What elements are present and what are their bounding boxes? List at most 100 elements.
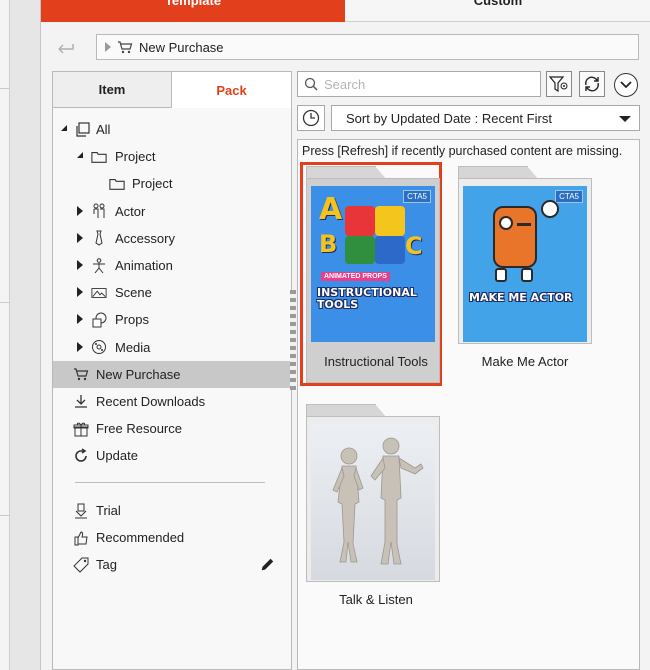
props-icon — [91, 312, 107, 328]
collapse-arrow-icon[interactable] — [77, 152, 83, 159]
breadcrumb[interactable]: New Purchase — [96, 34, 639, 60]
category-pane: Item Pack All Project Project Actor Acce… — [52, 71, 292, 670]
update-icon — [73, 448, 89, 464]
back-icon[interactable] — [53, 34, 79, 60]
expand-arrow-icon[interactable] — [105, 42, 111, 52]
media-icon — [91, 339, 107, 355]
tree-item-all[interactable]: All — [53, 116, 291, 143]
puzzle-piece-yellow — [375, 206, 405, 236]
thumbnail-make-me-actor: CTA5 MAKE ME ACTOR — [463, 186, 587, 342]
card-name: Make Me Actor — [481, 354, 569, 369]
tree-label: Props — [115, 312, 149, 328]
puzzle-piece-blue — [375, 236, 405, 264]
copy-stack-icon — [74, 121, 90, 138]
tree-item-scene[interactable]: Scene — [53, 279, 291, 306]
tag-icon — [73, 557, 89, 573]
expand-arrow-icon[interactable] — [77, 341, 83, 352]
tree-label: Media — [115, 339, 151, 355]
version-badge: CTA5 — [555, 190, 583, 203]
expand-arrow-icon[interactable] — [77, 259, 83, 270]
content-pane: Search Sort by Updated Date : Recent Fir… — [297, 71, 640, 670]
tree-label: Tag — [96, 557, 117, 573]
tree-label: All — [96, 122, 111, 138]
sort-history-button[interactable] — [297, 105, 325, 131]
tree-item-recent-downloads[interactable]: Recent Downloads — [53, 388, 291, 415]
breadcrumb-label: New Purchase — [139, 39, 224, 55]
content-manager-panel: Template Custom New Purchase Item Pack A… — [40, 0, 650, 670]
filter-list: Trial Recommended Tag — [53, 497, 291, 579]
tree-item-media[interactable]: Media — [53, 334, 291, 361]
product-title: INSTRUCTIONAL TOOLS — [317, 286, 417, 311]
download-icon — [73, 393, 89, 409]
refresh-icon — [585, 76, 599, 92]
tab-pack[interactable]: Pack — [172, 72, 291, 108]
puzzle-piece-red — [345, 206, 375, 236]
filter-settings-button[interactable] — [546, 71, 572, 97]
thumbnail-talk-listen — [311, 424, 435, 580]
expand-arrow-icon[interactable] — [77, 287, 83, 298]
letter-a-icon: A — [319, 192, 343, 227]
gutter — [10, 0, 40, 670]
pencil-icon[interactable] — [259, 557, 275, 573]
tree-item-project[interactable]: Project — [53, 143, 291, 170]
two-figures-illustration — [332, 437, 424, 565]
tree-item-free-resource[interactable]: Free Resource — [53, 415, 291, 442]
mascot-hand — [541, 200, 559, 218]
tree-label: Animation — [115, 258, 173, 274]
more-options-button[interactable] — [614, 73, 638, 97]
expand-arrow-icon[interactable] — [77, 232, 83, 243]
left-edge-strip — [0, 0, 10, 670]
address-bar: New Purchase — [53, 34, 639, 60]
tree-item-recommended[interactable]: Recommended — [53, 524, 291, 551]
product-tag: ANIMATED PROPS — [321, 272, 390, 281]
letter-c-icon: C — [405, 232, 423, 260]
tree-item-update[interactable]: Update — [53, 442, 291, 469]
mascot-wink — [517, 220, 531, 226]
search-input[interactable]: Search — [297, 71, 541, 97]
mascot-eye — [499, 216, 513, 230]
pane-splitter[interactable] — [290, 290, 296, 390]
tab-custom[interactable]: Custom — [345, 0, 650, 22]
chevron-down-icon — [620, 81, 632, 89]
tab-item[interactable]: Item — [53, 72, 172, 108]
cart-icon — [118, 41, 133, 54]
tree-label: Accessory — [115, 230, 175, 246]
refresh-notice: Press [Refresh] if recently purchased co… — [302, 144, 623, 158]
filter-settings-icon — [549, 76, 568, 93]
tree-divider — [75, 482, 265, 483]
gift-icon — [73, 421, 89, 437]
collapse-arrow-icon[interactable] — [61, 125, 67, 131]
tree-label: Actor — [115, 203, 146, 219]
content-grid: Press [Refresh] if recently purchased co… — [297, 139, 640, 670]
tree-item-actor[interactable]: Actor — [53, 198, 291, 225]
tree-item-project-child[interactable]: Project — [53, 170, 291, 197]
expand-arrow-icon[interactable] — [77, 205, 83, 216]
card-name: Instructional Tools — [324, 354, 428, 369]
mascot-foot — [495, 268, 507, 282]
search-icon — [304, 77, 318, 91]
tree-label: Project — [115, 149, 156, 165]
tree-item-animation[interactable]: Animation — [53, 252, 291, 279]
animation-icon — [91, 257, 107, 274]
mascot-foot — [521, 268, 533, 282]
tree-label: Recent Downloads — [96, 393, 206, 409]
category-tree: All Project Project Actor Accessory Anim… — [53, 116, 291, 469]
tab-template[interactable]: Template — [41, 0, 345, 22]
tree-label: Scene — [115, 285, 152, 301]
tree-label: Recommended — [96, 530, 185, 546]
card-name: Talk & Listen — [339, 592, 413, 607]
tree-item-trial[interactable]: Trial — [53, 497, 291, 524]
tree-item-new-purchase[interactable]: New Purchase — [53, 360, 291, 388]
top-tabs: Template Custom — [41, 0, 650, 22]
sort-select[interactable]: Sort by Updated Date : Recent First — [331, 105, 640, 131]
puzzle-piece-green — [345, 236, 375, 264]
tree-item-tag[interactable]: Tag — [53, 551, 291, 578]
expand-arrow-icon[interactable] — [77, 314, 83, 325]
actor-icon — [91, 203, 107, 219]
refresh-button[interactable] — [579, 71, 605, 97]
folder-icon — [91, 149, 107, 165]
tree-item-accessory[interactable]: Accessory — [53, 225, 291, 252]
search-placeholder: Search — [324, 76, 366, 92]
cart-icon — [73, 366, 89, 382]
tree-item-props[interactable]: Props — [53, 306, 291, 333]
